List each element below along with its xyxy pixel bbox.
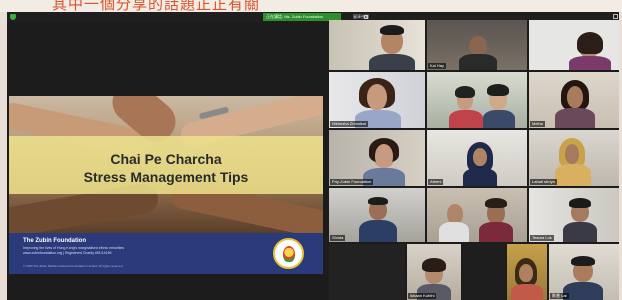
org-tagline: Improving the lives of Hong Kong's margi… <box>23 246 125 250</box>
participant-tile[interactable]: 陈曾 Lat <box>549 244 619 300</box>
participant-tile[interactable]: Lahati shriya <box>529 130 619 186</box>
fullscreen-icon[interactable] <box>613 14 618 19</box>
participant-tile[interactable] <box>507 244 547 300</box>
participant-name: Ishaan Kuhthi <box>408 293 437 299</box>
participant-name: Kai Hay <box>428 63 447 69</box>
slide-title-line2: Stress Management Tips <box>83 169 249 185</box>
zoom-window: 其中一個分享的話題正正有關 正在講話: Ms. Zubin Foundation… <box>0 0 622 300</box>
participant-tile[interactable]: Afeeni <box>427 130 527 186</box>
participant-tile-active-speaker[interactable] <box>427 72 527 128</box>
copyright-text: © 2020 The Zubin Mahtani Gidumal Foundat… <box>23 264 124 268</box>
participant-tile[interactable]: Teaura Lok <box>529 188 619 242</box>
participant-tile[interactable]: Nikhesha Zhmnikol <box>329 72 425 128</box>
participant-tile[interactable] <box>463 244 505 300</box>
shared-screen-slide: Chai Pe Charcha Stress Management Tips T… <box>9 96 323 274</box>
org-link: www.zubinfoundation.org | Registered Cha… <box>23 251 112 255</box>
participant-tile[interactable]: Melha <box>529 72 619 128</box>
org-name: The Zubin Foundation <box>23 238 86 244</box>
participant-name: Lahati shriya <box>530 179 557 185</box>
participant-tile[interactable] <box>329 244 405 300</box>
slide-footer: The Zubin Foundation Improving the lives… <box>9 233 323 274</box>
participant-name: Shinta <box>330 235 346 241</box>
participant-name: Priy-Zubin Foundation <box>330 179 374 185</box>
participant-tile[interactable]: Kai Hay <box>427 20 527 70</box>
participant-tile[interactable]: Priy-Zubin Foundation <box>329 130 425 186</box>
participant-tile[interactable] <box>329 20 425 70</box>
slide-title-line1: Chai Pe Charcha <box>110 151 222 167</box>
shield-icon[interactable] <box>10 14 16 20</box>
participant-name: Teaura Lok <box>530 235 554 241</box>
grid-view-icon[interactable] <box>364 15 368 19</box>
participant-name: Nikhesha Zhmnikol <box>330 121 369 127</box>
zubin-logo-icon <box>273 238 304 269</box>
participant-name: Afeeni <box>428 179 444 185</box>
participant-tile[interactable]: Shinta <box>329 188 425 242</box>
participant-tile[interactable] <box>529 20 619 70</box>
participant-name: Melha <box>530 121 545 127</box>
caption-text: 其中一個分享的話題正正有關 <box>52 0 261 12</box>
participant-name: 陈曾 Lat <box>550 293 569 299</box>
participant-tile[interactable] <box>427 188 527 242</box>
meeting-header: 正在講話: Ms. Zubin Foundation 圖庫視圖 <box>7 12 619 22</box>
participant-tile[interactable]: Ishaan Kuhthi <box>407 244 461 300</box>
video-caption: 其中一個分享的話題正正有關 <box>0 0 622 12</box>
frame-border-left <box>0 12 7 300</box>
